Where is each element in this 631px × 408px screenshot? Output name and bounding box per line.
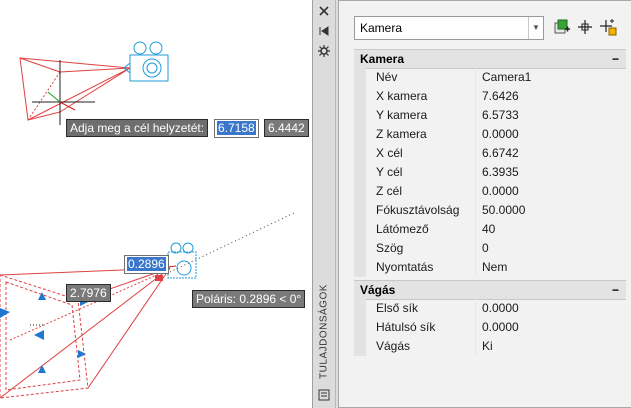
- collapse-icon[interactable]: −: [612, 281, 619, 299]
- quick-select-icon[interactable]: [552, 17, 572, 37]
- palette-menu-icon[interactable]: [317, 388, 331, 402]
- property-row[interactable]: Vágás Ki: [354, 337, 626, 356]
- section-title: Kamera: [360, 52, 405, 66]
- property-row[interactable]: Első sík 0.0000: [354, 299, 626, 318]
- distance-input[interactable]: 2.7976: [66, 284, 111, 302]
- property-name: Y cél: [376, 165, 403, 179]
- property-name: Z cél: [376, 184, 403, 198]
- grip-arrow: [78, 350, 86, 358]
- object-type-value: Kamera: [360, 21, 403, 35]
- property-value[interactable]: 0.0000: [482, 182, 519, 201]
- property-value[interactable]: 0.0000: [482, 125, 519, 144]
- property-row[interactable]: Szög 0: [354, 239, 626, 258]
- grip-arrow: [0, 308, 10, 318]
- property-row[interactable]: Név Camera1: [354, 68, 626, 87]
- property-name: Első sík: [376, 301, 419, 315]
- property-row[interactable]: X cél 6.6742: [354, 144, 626, 163]
- camera-glyph-1[interactable]: [123, 41, 169, 82]
- property-value[interactable]: 0.0000: [482, 318, 519, 337]
- drawing-viewport[interactable]: Adja meg a cél helyzetét: 6.7158 6.4442 …: [0, 0, 312, 408]
- property-row[interactable]: Hátulsó sík 0.0000: [354, 318, 626, 337]
- x-coordinate-value: 6.7158: [217, 121, 256, 135]
- camera-frustum-1: [19, 57, 131, 121]
- property-name: Fókusztávolság: [376, 203, 460, 217]
- property-row[interactable]: Nyomtatás Nem: [354, 258, 626, 277]
- section-title: Vágás: [360, 283, 396, 297]
- palette-title: TULAJDONSÁGOK: [318, 284, 330, 379]
- property-value[interactable]: 0.0000: [482, 299, 519, 318]
- collapse-icon[interactable]: −: [612, 50, 619, 68]
- section-vagas[interactable]: Vágás −: [354, 280, 626, 300]
- object-select-dropdown-icon[interactable]: ▼: [528, 17, 543, 39]
- camera-grip[interactable]: [155, 275, 163, 281]
- property-name: Látómező: [376, 222, 429, 236]
- property-name: X kamera: [376, 89, 428, 103]
- property-value[interactable]: 6.5733: [482, 106, 519, 125]
- close-icon[interactable]: [317, 4, 331, 18]
- lens-length-value: 0.2896: [127, 257, 166, 271]
- drawing-canvas[interactable]: [0, 0, 312, 408]
- property-value[interactable]: 6.6742: [482, 144, 519, 163]
- property-row[interactable]: Z kamera 0.0000: [354, 125, 626, 144]
- property-value[interactable]: Nem: [482, 258, 507, 277]
- property-name: Hátulsó sík: [376, 320, 436, 334]
- property-row[interactable]: Z cél 0.0000: [354, 182, 626, 201]
- property-row[interactable]: Fókusztávolság 50.0000: [354, 201, 626, 220]
- property-value[interactable]: 7.6426: [482, 87, 519, 106]
- grip-arrow: [34, 330, 44, 340]
- property-row[interactable]: Y kamera 6.5733: [354, 106, 626, 125]
- property-name: Y kamera: [376, 108, 428, 122]
- options-icon[interactable]: [317, 44, 331, 58]
- grip-arrow: [38, 365, 46, 373]
- palette-title-strip[interactable]: TULAJDONSÁGOK: [312, 0, 336, 408]
- select-objects-icon[interactable]: [575, 17, 595, 37]
- property-value[interactable]: 0: [482, 239, 489, 258]
- property-name: Vágás: [376, 339, 411, 353]
- section-kamera[interactable]: Kamera −: [354, 49, 626, 69]
- object-type-select[interactable]: Kamera ▼: [354, 16, 544, 40]
- polar-tooltip: Poláris: 0.2896 < 0°: [192, 290, 306, 308]
- property-row[interactable]: X kamera 7.6426: [354, 87, 626, 106]
- x-coordinate-input[interactable]: 6.7158: [214, 119, 259, 138]
- lens-length-input[interactable]: 0.2896: [124, 255, 169, 274]
- properties-content: Kamera ▼ Kamera − Név Camera1 X kamera 7.6…: [338, 0, 631, 408]
- property-name: Z kamera: [376, 127, 427, 141]
- property-row[interactable]: Látómező 40: [354, 220, 626, 239]
- property-value[interactable]: 50.0000: [482, 201, 525, 220]
- property-name: Név: [376, 70, 398, 84]
- property-name: Nyomtatás: [376, 260, 434, 274]
- property-name: X cél: [376, 146, 403, 160]
- y-coordinate-input[interactable]: 6.4442: [264, 119, 309, 137]
- property-row[interactable]: Y cél 6.3935: [354, 163, 626, 182]
- autohide-icon[interactable]: [317, 24, 331, 38]
- property-value[interactable]: 6.3935: [482, 163, 519, 182]
- properties-palette: TULAJDONSÁGOK Kamera ▼ Kamera − Név Camer…: [312, 0, 631, 408]
- command-prompt-label: Adja meg a cél helyzetét:: [66, 119, 209, 137]
- pickadd-icon[interactable]: [598, 17, 618, 37]
- property-value[interactable]: Ki: [482, 337, 493, 356]
- property-value[interactable]: 40: [482, 220, 495, 239]
- target-cursor: [32, 60, 95, 125]
- property-name: Szög: [376, 241, 404, 255]
- property-value[interactable]: Camera1: [482, 68, 531, 87]
